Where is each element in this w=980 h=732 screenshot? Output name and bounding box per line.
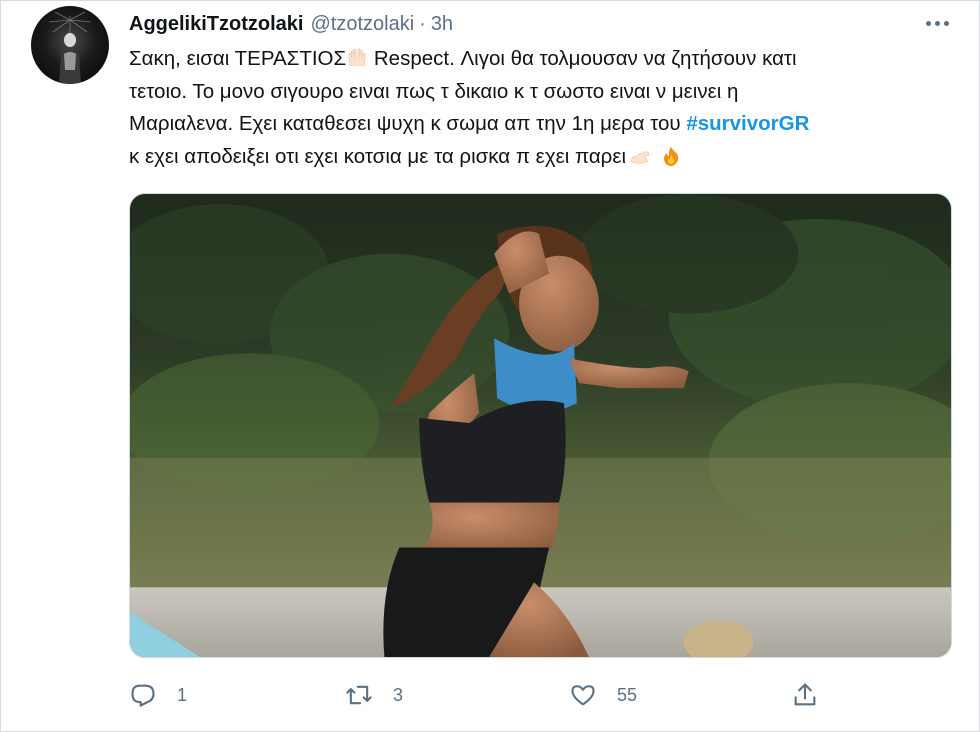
tweet-line-1-start: Σακη, εισαι ΤΕΡΑΣΤΙΟΣ bbox=[129, 47, 347, 70]
like-count: 55 bbox=[617, 684, 638, 705]
avatar[interactable] bbox=[31, 6, 109, 84]
reply-action[interactable]: 1 bbox=[129, 675, 187, 715]
avatar-image bbox=[48, 11, 92, 84]
tweet-line-2: τετοιο. Το μονο σιγουρο ειναι πως τ δικα… bbox=[129, 79, 739, 103]
tweet-actions: 1 3 55 bbox=[129, 675, 959, 715]
tweet-card[interactable]: AggelikiTzotzolaki @tzotzolaki · 3h Σακη… bbox=[0, 0, 980, 732]
reply-icon[interactable] bbox=[129, 681, 157, 709]
share-action[interactable] bbox=[791, 675, 819, 715]
share-icon[interactable] bbox=[791, 681, 819, 709]
flexed-biceps-icon bbox=[630, 150, 650, 164]
tweet-line-4: κ εχει αποδειξει οτι εχει κοτσια με τα ρ… bbox=[129, 141, 959, 174]
fire-icon bbox=[663, 146, 678, 166]
display-name[interactable]: AggelikiTzotzolaki bbox=[129, 13, 303, 36]
photo-image bbox=[130, 194, 951, 657]
tweet-text: Σακη, εισαι ΤΕΡΑΣΤΙΟΣ Respect. Λιγοι θα … bbox=[129, 43, 959, 173]
retweet-icon[interactable] bbox=[345, 681, 373, 709]
like-action[interactable]: 55 bbox=[569, 675, 637, 715]
tweet-line-3: Μαριαλενα. Εχει καταθεσει ψυχη κ σωμα απ… bbox=[129, 108, 959, 141]
retweet-count: 3 bbox=[393, 684, 404, 705]
raising-hands-icon bbox=[348, 48, 366, 66]
tweet-photo[interactable] bbox=[129, 193, 952, 658]
hashtag-link[interactable]: #survivorGR bbox=[686, 112, 809, 135]
retweet-action[interactable]: 3 bbox=[345, 675, 403, 715]
reply-count: 1 bbox=[177, 684, 188, 705]
timestamp[interactable]: 3h bbox=[431, 13, 453, 36]
tweet-line-1-end: Respect. Λιγοι θα τολμουσαν να ζητήσουν … bbox=[368, 47, 797, 70]
tweet-line-4-text: κ εχει αποδειξει οτι εχει κοτσια με τα ρ… bbox=[129, 144, 627, 168]
tweet-line-3-start: Μαριαλενα. Εχει καταθεσει ψυχη κ σωμα απ… bbox=[129, 112, 687, 135]
like-icon[interactable] bbox=[569, 681, 597, 709]
separator-dot: · bbox=[419, 12, 426, 35]
more-options-icon[interactable] bbox=[921, 9, 953, 37]
user-handle[interactable]: @tzotzolaki bbox=[310, 13, 414, 36]
tweet-line-1: Σακη, εισαι ΤΕΡΑΣΤΙΟΣ Respect. Λιγοι θα … bbox=[129, 43, 959, 76]
tweet-header: AggelikiTzotzolaki @tzotzolaki · 3h bbox=[129, 10, 453, 38]
